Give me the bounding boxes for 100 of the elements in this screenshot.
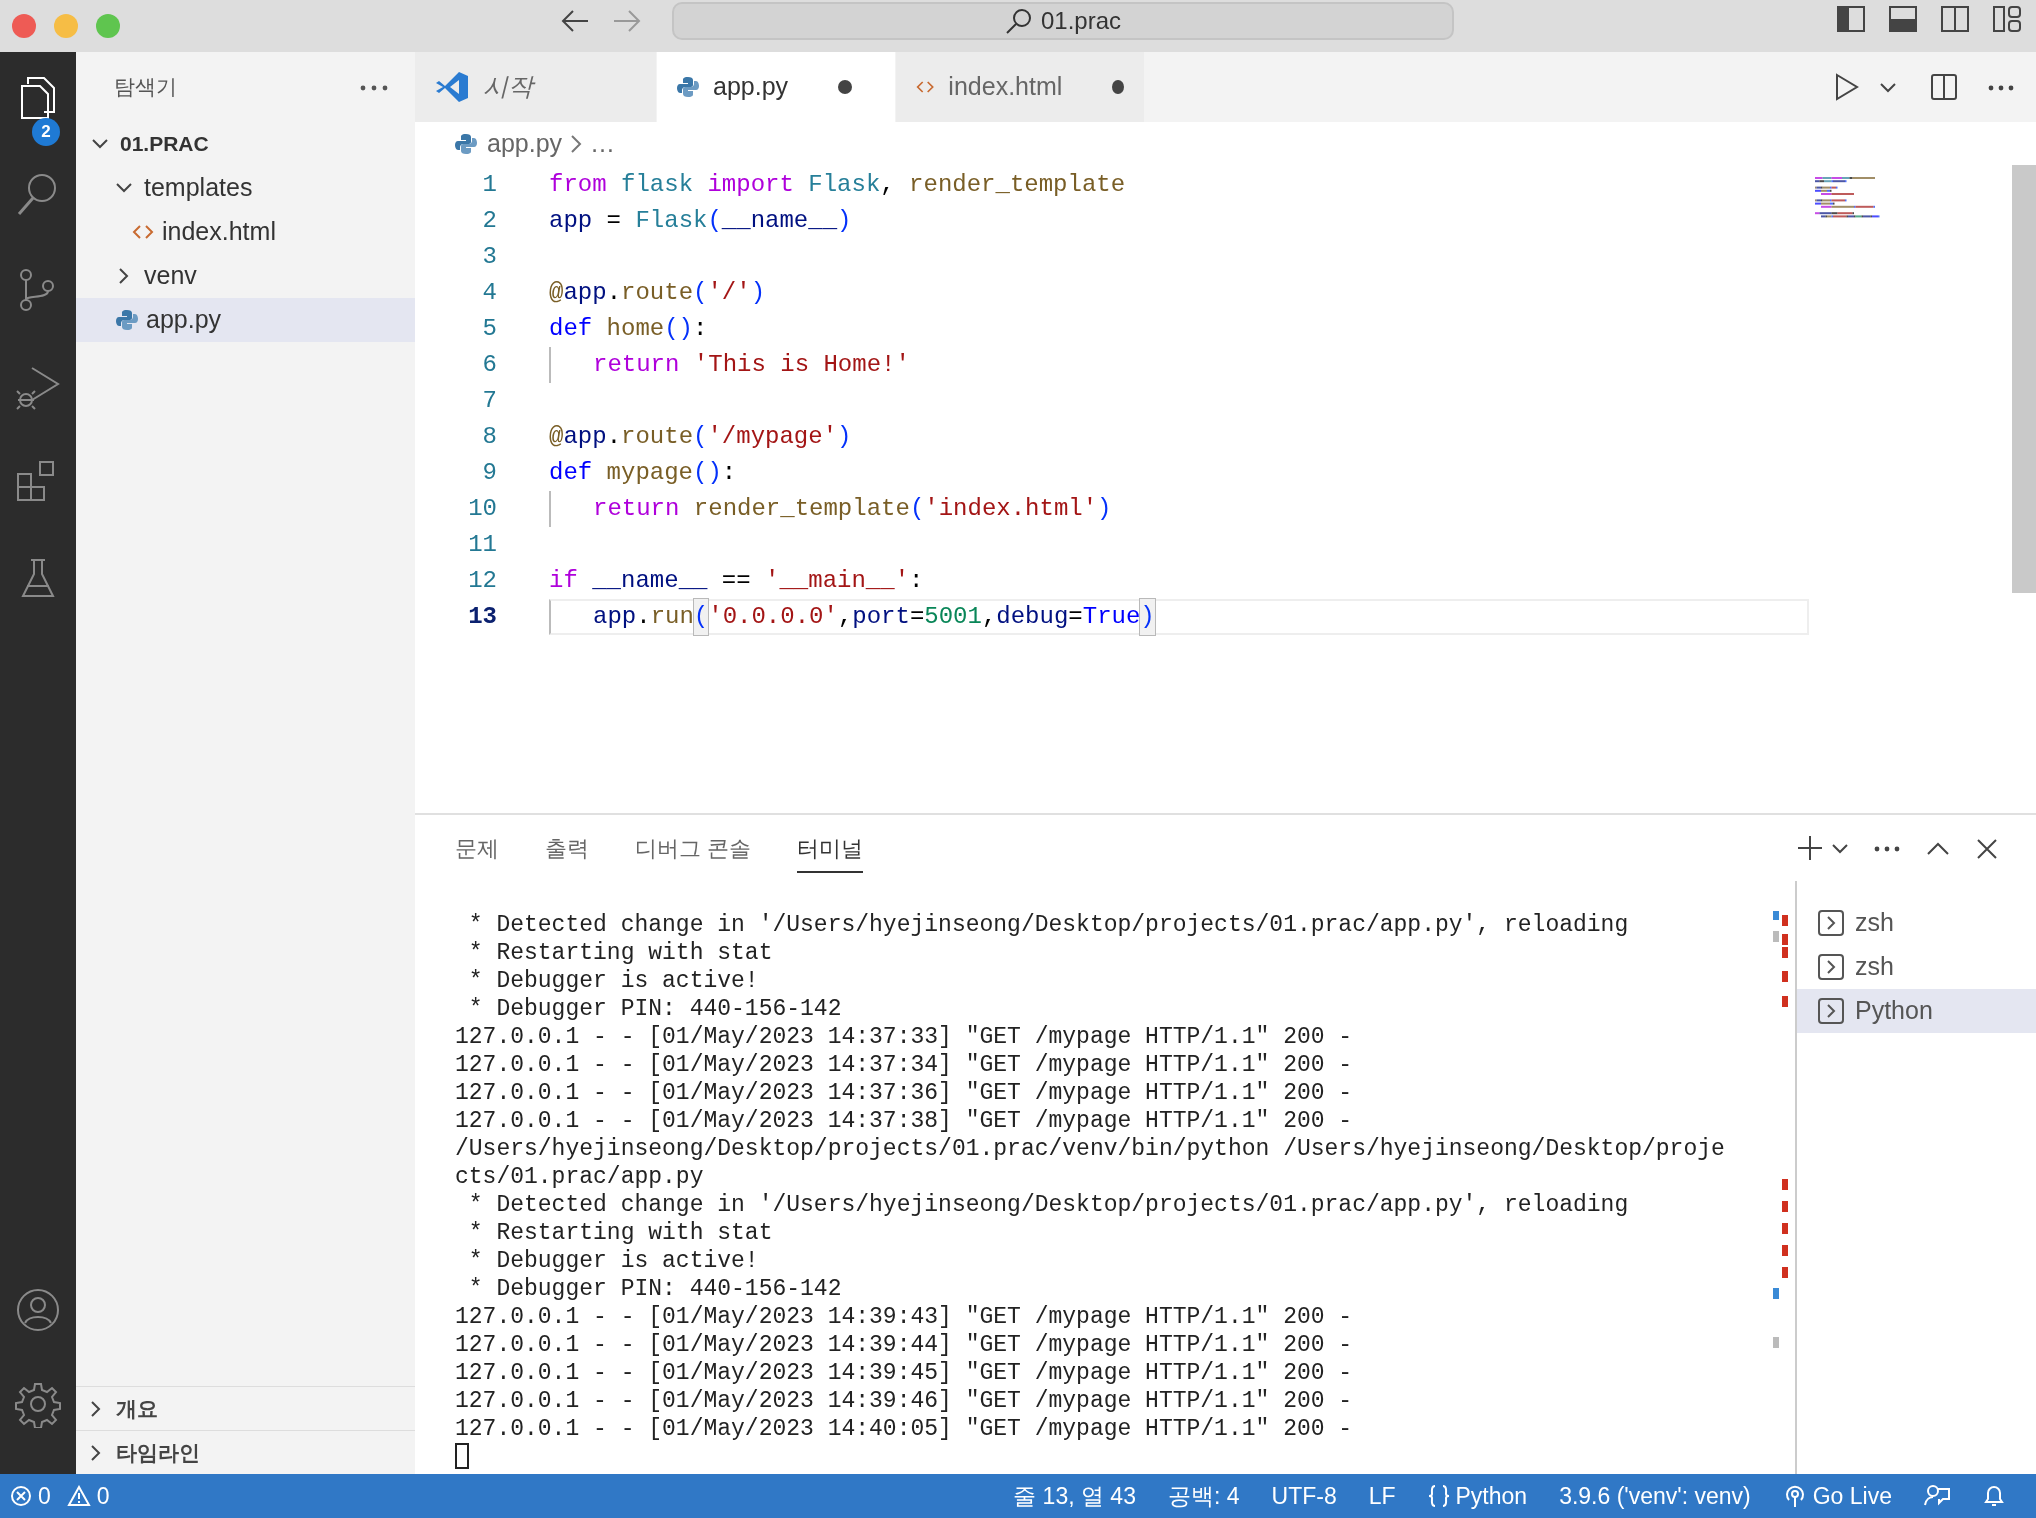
terminal-line: * Detected change in '/Users/hyejinseong/Desktop/projects/01.prac/app.py', reloading <box>467 912 1629 938</box>
customize-layout-button[interactable] <box>1992 4 2022 34</box>
split-editor-button[interactable] <box>1930 73 1958 101</box>
play-icon <box>1834 72 1860 102</box>
search-text: 01.prac <box>1040 6 1122 36</box>
terminal-line: * Detected change in '/Users/hyejinseong/Desktop/projects/01.prac/app.py', reloading <box>467 1192 1629 1218</box>
tree-item[interactable]: index.html <box>76 210 415 254</box>
unsaved-dot-icon <box>838 80 853 94</box>
terminal-cursor <box>455 1443 469 1469</box>
line-number: 7 <box>481 386 497 416</box>
matching-bracket: ( <box>693 599 709 635</box>
split-layout-icon <box>1940 4 1970 34</box>
run-button[interactable] <box>1834 72 1860 102</box>
line-number: 4 <box>481 278 497 308</box>
editor-logo-icon <box>435 70 469 104</box>
search-icon <box>1004 7 1033 35</box>
close-panel-button[interactable] <box>1976 836 1998 860</box>
terminal-line: 127.0.0.1 - - [01/May/2023 14:37:34] "GET /mypage HTTP/1.1" 200 - <box>455 1052 1353 1078</box>
settings-icon <box>14 1380 62 1428</box>
code-line: @app.route('/mypage') <box>549 422 852 452</box>
status-item[interactable]: LF <box>1368 1478 1396 1514</box>
terminal-line: * Restarting with stat <box>467 1220 773 1246</box>
status-item[interactable]: 3.9.6 ('venv': venv) <box>1559 1478 1751 1514</box>
problems-indicator[interactable]: 0 0 <box>10 1478 110 1514</box>
status-item[interactable]: Python <box>1427 1478 1528 1514</box>
code-line: return render_template('index.html') <box>549 491 1112 527</box>
terminal-line: * Debugger is active! <box>467 1248 759 1274</box>
tree-item[interactable]: 01.PRAC <box>76 122 415 166</box>
line-number: 9 <box>481 458 497 488</box>
error-icon <box>10 1485 32 1507</box>
code-line: if __name__ == '__main__': <box>549 566 924 596</box>
terminal-list-item[interactable]: zsh <box>1797 901 2036 945</box>
tree-item[interactable]: venv <box>76 254 415 298</box>
status-item[interactable]: 줄 13, 열 43 <box>1013 1478 1136 1514</box>
terminal-icon <box>1817 997 1845 1025</box>
line-number: 1 <box>481 170 497 200</box>
search-field[interactable]: 01.prac <box>672 2 1454 40</box>
editor-tab[interactable]: 시작 <box>415 52 656 122</box>
chevron-down-icon <box>1832 843 1848 854</box>
code-line: @app.route('/') <box>549 278 766 308</box>
activity-bar-button[interactable]: 2 <box>0 74 76 170</box>
line-number: 10 <box>467 494 497 524</box>
tree-item[interactable]: templates <box>76 166 415 210</box>
editor-tab[interactable]: index.html <box>896 52 1144 122</box>
terminal-icon <box>1817 909 1845 937</box>
terminal-line: * Restarting with stat <box>467 940 773 966</box>
breadcrumb-item[interactable]: app.py <box>455 124 563 163</box>
warning-icon <box>66 1485 91 1507</box>
terminal-list-item[interactable]: zsh <box>1797 945 2036 989</box>
split-layout-button[interactable] <box>1940 4 1970 34</box>
bell-icon <box>1982 1483 2006 1509</box>
terminal-list-item[interactable]: Python <box>1797 989 2036 1033</box>
terminal-line: 127.0.0.1 - - [01/May/2023 14:39:45] "GET /mypage HTTP/1.1" 200 - <box>455 1360 1353 1386</box>
terminal-line: 127.0.0.1 - - [01/May/2023 14:37:38] "GET /mypage HTTP/1.1" 200 - <box>455 1108 1353 1134</box>
terminal-line: * Debugger is active! <box>467 968 759 994</box>
new-terminal-button[interactable] <box>1796 834 1824 862</box>
python-icon <box>116 309 138 331</box>
code-line: app = Flask(__name__) <box>549 206 852 236</box>
line-number: 8 <box>481 422 497 452</box>
terminal-line: 127.0.0.1 - - [01/May/2023 14:39:46] "GET /mypage HTTP/1.1" 200 - <box>455 1388 1353 1414</box>
terminal-line: 127.0.0.1 - - [01/May/2023 14:40:05] "GET /mypage HTTP/1.1" 200 - <box>455 1416 1353 1442</box>
more-icon <box>359 83 389 92</box>
terminal-icon <box>1817 953 1845 981</box>
more-icon <box>1874 844 1900 853</box>
scrollbar-thumb[interactable] <box>2012 165 2036 593</box>
status-item[interactable]: Go Live <box>1782 1478 1892 1514</box>
panel-tab[interactable]: 문제 <box>455 823 499 873</box>
terminal-line: /Users/hyejinseong/Desktop/projects/01.prac/venv/bin/python /Users/hyejinseong/Desktop/proje <box>455 1136 1725 1162</box>
code-line: def home(): <box>549 314 708 344</box>
status-icon-button[interactable] <box>1982 1483 2006 1509</box>
code-line: from flask import Flask, render_template <box>549 170 1126 200</box>
editor-tab[interactable]: app.py <box>657 52 895 122</box>
panel-tab[interactable]: 터미널 <box>797 823 864 873</box>
panel-tab[interactable]: 출력 <box>545 823 589 873</box>
line-number: 12 <box>467 566 497 596</box>
line-number: 13 <box>467 602 497 632</box>
terminal-line: 127.0.0.1 - - [01/May/2023 14:37:36] "GET /mypage HTTP/1.1" 200 - <box>455 1080 1353 1106</box>
close-icon <box>1976 837 1998 860</box>
unsaved-dot-icon <box>1112 80 1124 94</box>
line-number: 5 <box>481 314 497 344</box>
sidebar-title: 탐색기 <box>114 74 177 101</box>
terminal-line: * Debugger PIN: 440-156-142 <box>467 1276 842 1302</box>
line-number: 3 <box>481 242 497 272</box>
status-item[interactable]: 공백: 4 <box>1167 1478 1240 1514</box>
line-number: 11 <box>467 530 497 560</box>
sidebar-layout-icon <box>1836 4 1866 34</box>
matching-bracket: ) <box>1140 599 1155 635</box>
code-line: return 'This is Home!' <box>549 347 910 383</box>
terminal-line: 127.0.0.1 - - [01/May/2023 14:39:44] "GET /mypage HTTP/1.1" 200 - <box>455 1332 1353 1358</box>
tree-item[interactable]: app.py <box>76 298 415 342</box>
breadcrumb-item[interactable]: … <box>590 124 616 163</box>
terminal-line: * Debugger PIN: 440-156-142 <box>467 996 842 1022</box>
panel-tab[interactable]: 디버그 콘솔 <box>635 823 752 873</box>
status-item[interactable]: UTF-8 <box>1271 1478 1337 1514</box>
layout-grid-icon <box>1992 4 2022 34</box>
python-icon <box>455 132 477 155</box>
terminal-line: 127.0.0.1 - - [01/May/2023 14:37:33] "GET /mypage HTTP/1.1" 200 - <box>455 1024 1353 1050</box>
toggle-sidebar-button[interactable] <box>1836 4 1866 34</box>
python-icon <box>677 76 699 98</box>
account-icon <box>14 1286 62 1334</box>
